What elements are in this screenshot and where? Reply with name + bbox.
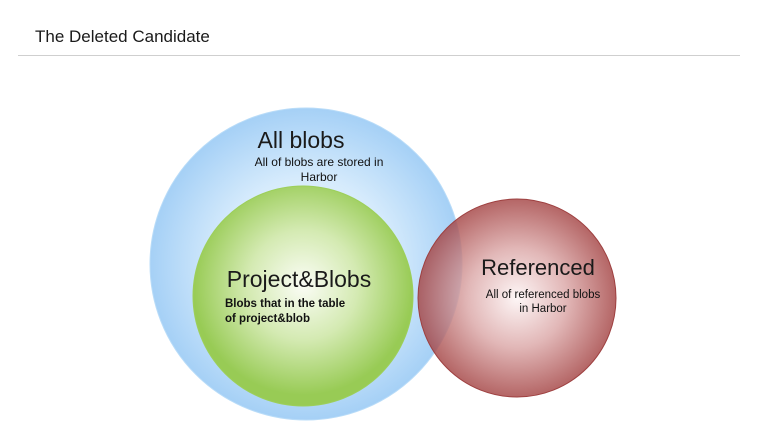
referenced-desc-line1: All of referenced blobs <box>486 289 601 301</box>
project-blobs-desc-line1: Blobs that in the table <box>225 298 345 310</box>
all-blobs-title: All blobs <box>258 127 345 153</box>
referenced-title: Referenced <box>481 255 595 280</box>
all-blobs-desc-line2: Harbor <box>301 170 338 184</box>
all-blobs-desc-line1: All of blobs are stored in <box>255 155 384 169</box>
project-blobs-circle <box>192 185 414 407</box>
referenced-desc-line2: in Harbor <box>519 303 566 315</box>
venn-diagram: All blobs All of blobs are stored in Har… <box>149 107 617 421</box>
project-blobs-desc-line2: of project&blob <box>225 313 310 325</box>
project-blobs-title: Project&Blobs <box>227 266 371 292</box>
